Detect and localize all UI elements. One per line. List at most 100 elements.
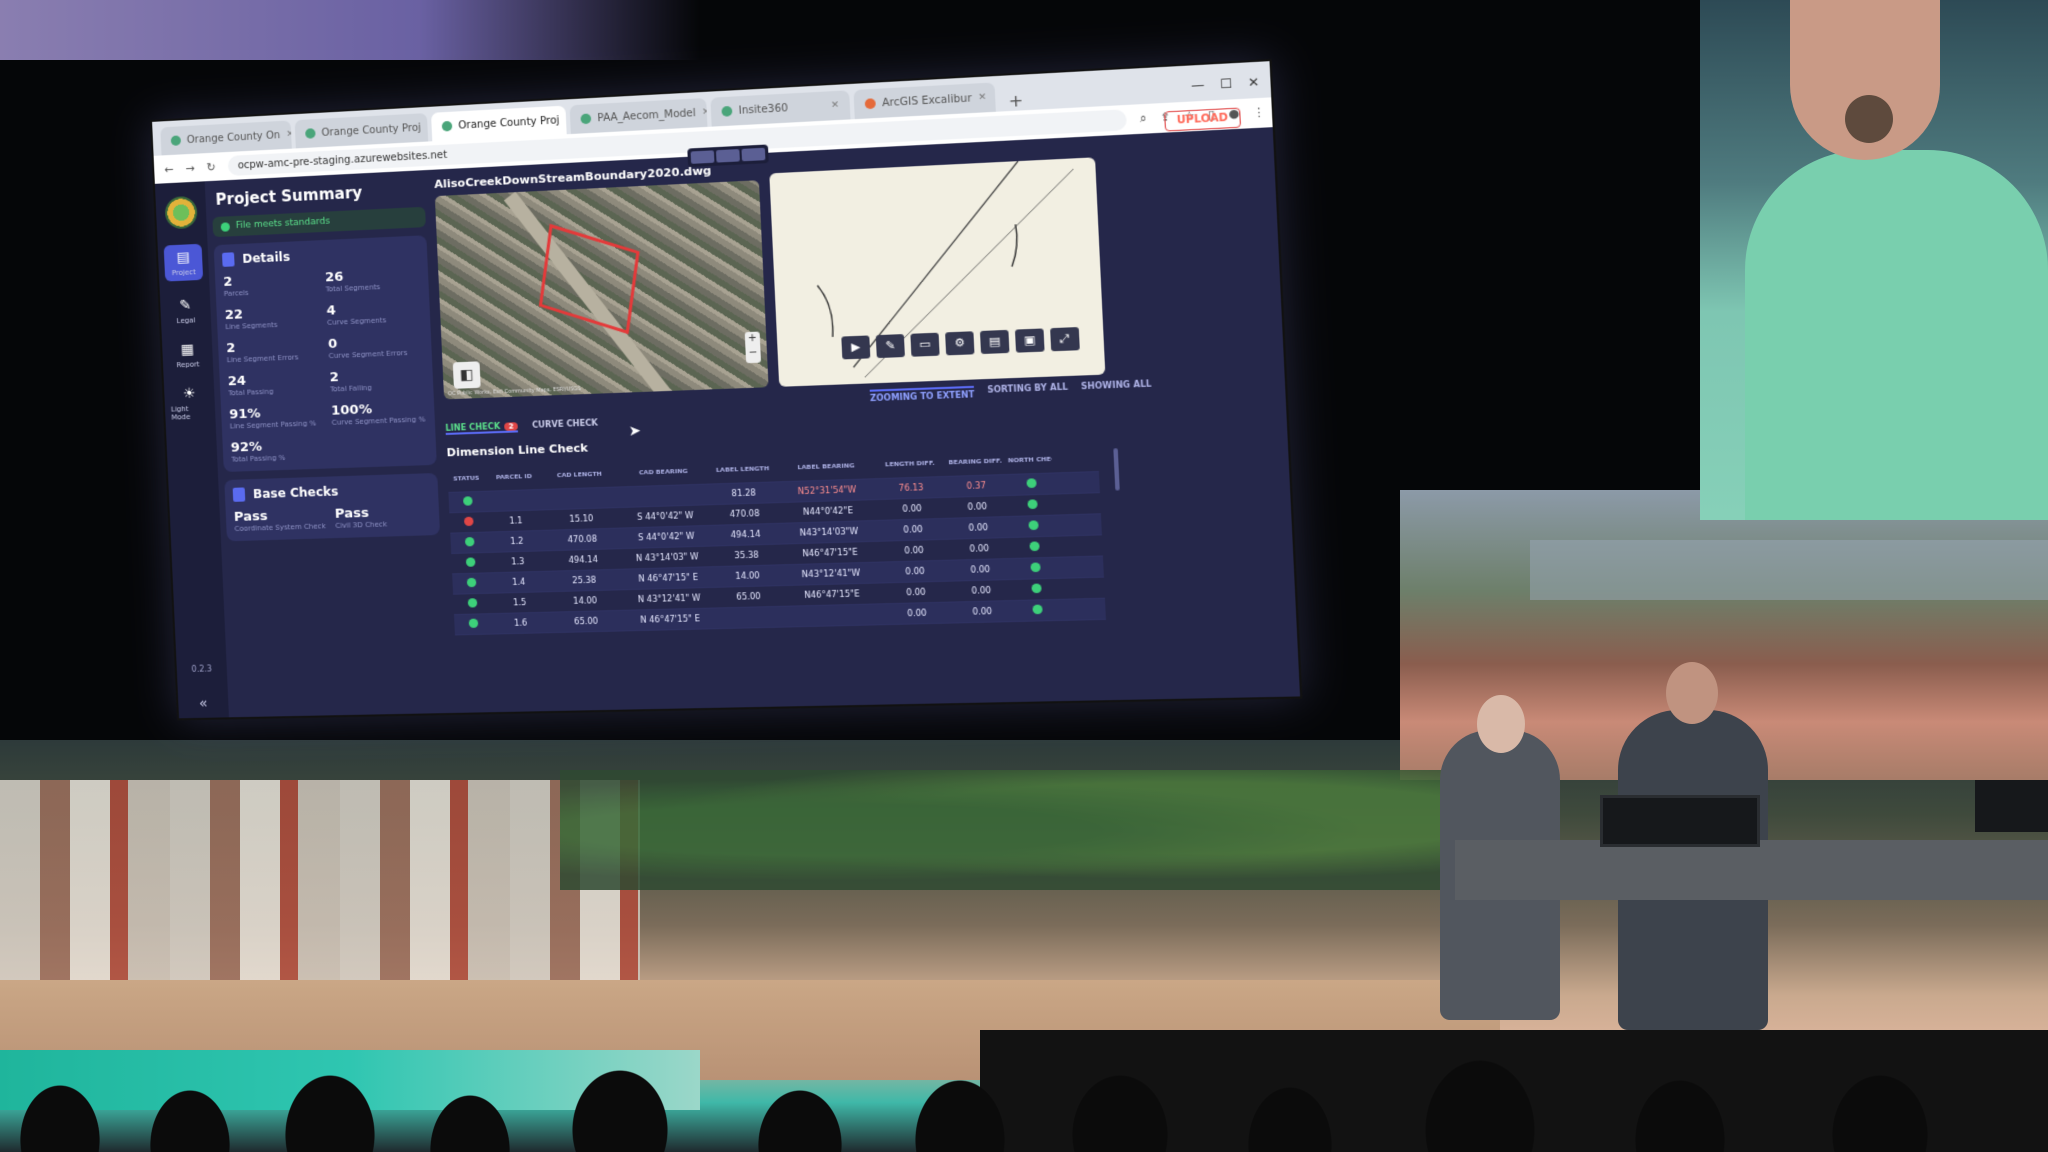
zoom-icon[interactable]: ⌕ [1140,111,1148,126]
status-sorting[interactable]: SORTING BY ALL [987,382,1068,399]
stat-item: 22 Line Segments [224,304,319,331]
close-icon[interactable]: ✕ [702,107,708,118]
tab-label: Orange County Proj [458,114,560,132]
camera-icon[interactable]: ▶ [841,335,871,360]
pass-status-icon [462,496,473,506]
bearing-diff-cell: 0.00 [972,606,993,617]
mouse-cursor-icon: ➤ [628,422,642,440]
stat-item: 4 Curve Segments [326,300,422,327]
upload-button[interactable]: UPLOAD [1164,107,1241,132]
zoom-in-icon[interactable]: + [748,333,757,345]
viewer-status: ZOOMING TO EXTENT SORTING BY ALL SHOWING… [869,379,1152,404]
rail-item-light-mode[interactable]: ☀ Light Mode [170,384,210,422]
view-option[interactable] [741,147,766,162]
zoom-out-icon[interactable]: − [748,347,757,359]
bearing-diff-cell: 0.00 [971,585,992,596]
rail-item-project[interactable]: ▤ Project [163,243,204,282]
satellite-map[interactable]: ◧ + − OC Public Works, Esri Community Map… [434,180,769,400]
zoom-control[interactable]: + − [744,331,762,364]
pass-status-icon [467,598,477,608]
view-option[interactable] [690,150,715,164]
col-header[interactable]: LABEL BEARING [774,461,877,472]
label-length-cell [718,617,782,619]
forward-icon[interactable]: → [185,161,195,174]
status-cell [449,496,487,508]
view-toggle[interactable] [687,144,769,168]
favicon-icon [864,98,876,110]
north-check-cell [1011,520,1055,533]
col-header[interactable]: NORTH CHECK [1008,456,1052,465]
col-header[interactable]: STATUS [448,474,485,483]
pass-status-icon [1031,604,1043,615]
col-header[interactable]: LENGTH DIFF. [877,459,942,469]
rail-label: Report [176,360,200,370]
close-icon[interactable]: ✕ [978,92,987,103]
col-header[interactable]: BEARING DIFF. [942,457,1008,466]
label-length-cell: 494.14 [730,529,761,540]
favicon-icon [305,128,316,139]
back-icon[interactable]: ← [164,162,174,175]
backdrop-trees [560,770,1460,890]
status-cell [453,598,491,610]
close-icon[interactable]: ✕ [831,100,840,111]
close-icon[interactable]: ✕ [427,122,428,133]
status-cell [450,537,488,549]
fullscreen-icon[interactable]: ⤢ [1050,327,1080,352]
pass-status-icon [1029,562,1041,573]
cad-bearing-cell: N 46°47'15" E [638,572,699,584]
tab-curve-check[interactable]: CURVE CHECK [532,418,598,432]
card-title-text: Details [242,249,291,266]
menu-icon[interactable]: ⋮ [1252,105,1265,121]
view-option[interactable] [715,149,740,163]
status-zooming[interactable]: ZOOMING TO EXTENT [869,385,975,404]
base-checks-grid: Pass Coordinate System Check Pass Civil 3D… [234,504,432,533]
presenter-left-head [1477,695,1525,753]
col-header[interactable]: CAD BEARING [616,467,711,477]
tab-label: Orange County Proj [321,122,422,139]
col-header[interactable]: LABEL LENGTH [711,465,775,474]
parcel-id-cell [486,500,544,502]
base-check-label: Civil 3D Check [335,520,388,530]
cad-bearing-cell [617,494,712,497]
settings-icon[interactable]: ⚙ [945,331,975,356]
cad-length-cell: 65.00 [573,616,599,627]
folder-icon[interactable]: ▭ [910,332,940,357]
podium-monitor-right [1975,780,2048,832]
tab-line-check[interactable]: LINE CHECK 2 [445,421,519,435]
backdrop-sky [1530,540,2048,600]
collapse-icon[interactable]: « [199,696,208,712]
rail-item-report[interactable]: ▦ Report [168,340,207,370]
reload-icon[interactable]: ↻ [206,160,216,174]
pass-status-icon [464,537,475,547]
new-tab-button[interactable]: + [999,90,1032,112]
pencil-icon[interactable]: ✎ [875,334,905,359]
rail-item-legal[interactable]: ✎ Legal [166,296,205,326]
col-header[interactable]: CAD LENGTH [543,470,616,480]
bearing-diff-cell: 0.00 [967,501,988,512]
maximize-icon[interactable]: ☐ [1220,76,1233,92]
banner-text: File meets standards [235,216,331,232]
minimize-icon[interactable]: — [1191,77,1205,93]
favicon-icon [170,135,182,146]
save-icon[interactable]: ▣ [1014,328,1045,353]
parcel-id-cell: 1.1 [509,516,523,526]
close-icon[interactable]: ✕ [565,114,566,125]
stat-item: 2 Parcels [223,271,318,298]
panel-title: Project Summary [215,183,363,209]
layers-icon[interactable]: ▤ [979,329,1010,355]
close-window-icon[interactable]: ✕ [1248,75,1260,90]
close-icon[interactable]: ✕ [286,129,292,139]
error-count-badge: 2 [504,421,518,431]
col-header[interactable]: PARCEL ID [485,473,543,482]
length-diff-cell: 0.00 [904,545,924,556]
rail-label: Legal [176,316,196,326]
label-bearing-cell: N52°31'54"W [797,485,857,497]
length-diff-cell: 0.00 [907,608,927,619]
table-scrollbar[interactable] [1113,448,1120,491]
parcel-boundary [538,223,640,335]
cad-viewer[interactable]: ▶ ✎ ▭ ⚙ ▤ ▣ ⤢ [769,157,1106,387]
rail-label: Light Mode [170,404,191,422]
layers-icon[interactable]: ◧ [452,361,481,389]
status-showing[interactable]: SHOWING ALL [1081,379,1152,395]
podium-monitor [1600,795,1760,847]
